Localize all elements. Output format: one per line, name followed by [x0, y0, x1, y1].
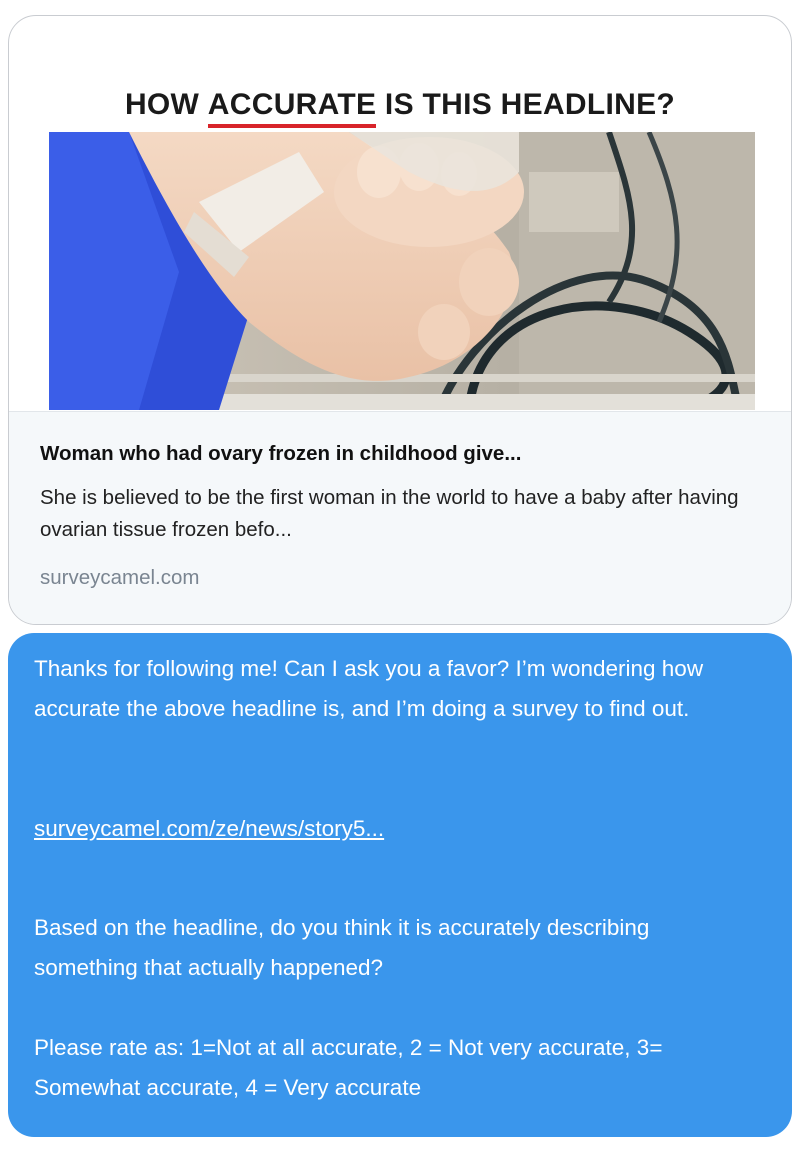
- heading-highlight: ACCURATE: [207, 88, 377, 128]
- message-paragraph-3: Please rate as: 1=Not at all accurate, 2…: [34, 1035, 663, 1100]
- baby-feet-image: [49, 132, 755, 410]
- link-preview-card[interactable]: HOW ACCURATE IS THIS HEADLINE? Woman who…: [8, 15, 792, 625]
- link-preview-text[interactable]: Woman who had ovary frozen in childhood …: [9, 411, 791, 624]
- message-paragraph-2: Based on the headline, do you think it i…: [34, 915, 650, 980]
- heading-post: IS THIS HEADLINE?: [376, 88, 676, 121]
- link-title: Woman who had ovary frozen in childhood …: [40, 442, 522, 465]
- link-description: She is believed to be the first woman in…: [40, 486, 739, 541]
- heading-pre: HOW: [124, 88, 208, 121]
- headline-photo[interactable]: [49, 132, 755, 410]
- message-bubble: Thanks for following me! Can I ask you a…: [8, 633, 792, 1137]
- survey-link[interactable]: surveycamel.com/ze/news/story5...: [34, 809, 754, 849]
- message-paragraph-1: Thanks for following me! Can I ask you a…: [34, 656, 704, 721]
- card-heading: HOW ACCURATE IS THIS HEADLINE?: [9, 88, 791, 128]
- link-domain: surveycamel.com: [40, 566, 200, 589]
